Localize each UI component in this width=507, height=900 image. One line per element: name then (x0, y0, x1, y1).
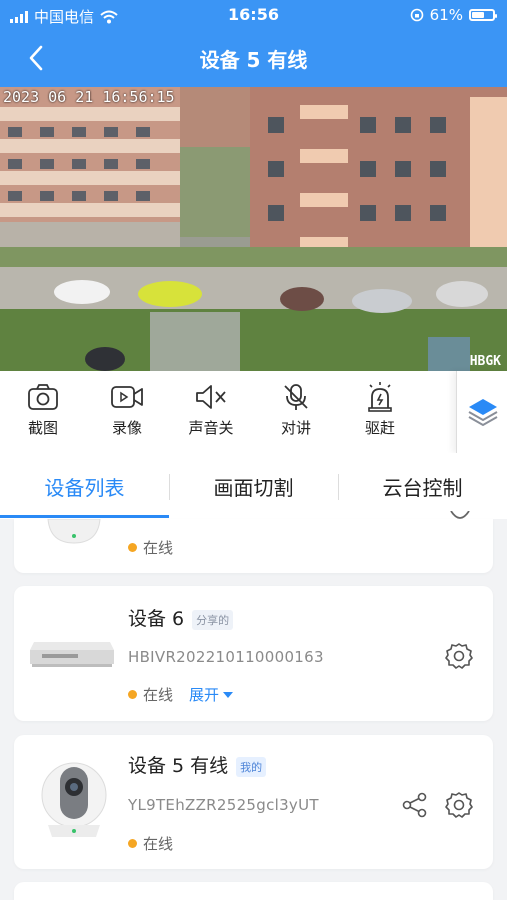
device-status-text: 在线 (143, 539, 174, 557)
device-status: 在线 (128, 833, 173, 854)
tab-divider (338, 474, 339, 500)
device-card[interactable]: 在线 (14, 511, 493, 573)
alarm-light-icon (368, 382, 392, 412)
tab-device-list[interactable]: 设备列表 (0, 453, 169, 519)
nvr-device-icon (30, 642, 114, 667)
speaker-mute-icon (196, 385, 226, 409)
snapshot-button[interactable]: 截图 (13, 381, 73, 438)
device-card[interactable] (14, 882, 493, 900)
deter-button[interactable]: 驱赶 (350, 381, 410, 438)
device-card[interactable]: 设备 5 有线 我的 YL9TEhZZR2525gcl3yUT 在线 (14, 735, 493, 869)
device-status-text: 在线 (143, 686, 174, 704)
camera-live-view[interactable]: 2023 06 21 16:56:15 HBGK (0, 87, 507, 371)
page-title: 设备 5 有线 (199, 48, 308, 72)
status-right: 61% (410, 6, 497, 24)
expand-label: 展开 (189, 686, 220, 704)
camera-device-icon (47, 519, 101, 544)
camera-scene (0, 87, 507, 371)
control-toolbar: 截图 录像 声音关 对讲 驱赶 (0, 371, 507, 454)
battery-percent: 61% (429, 6, 463, 24)
expand-button[interactable]: 展开 (189, 684, 234, 705)
device-status: 在线 展开 (128, 684, 234, 705)
orientation-lock-icon (410, 8, 423, 22)
intercom-button[interactable]: 对讲 (266, 381, 326, 438)
device-name-row: 设备 6 分享的 (128, 604, 234, 631)
owned-tag: 我的 (236, 756, 267, 777)
shared-tag: 分享的 (192, 609, 234, 630)
triangle-down-icon (223, 691, 234, 698)
record-button[interactable]: 录像 (97, 381, 157, 438)
gear-icon[interactable] (447, 511, 473, 525)
online-dot (128, 690, 137, 699)
video-watermark: HBGK (469, 354, 501, 369)
layers-icon (468, 399, 497, 427)
mic-off-icon (284, 384, 308, 410)
camera-icon (28, 384, 58, 410)
sound-label: 声音关 (188, 419, 234, 437)
share-icon[interactable] (401, 791, 429, 819)
tab-ptz-control[interactable]: 云台控制 (338, 453, 507, 519)
device-name: 设备 6 (128, 608, 185, 630)
layers-button[interactable] (456, 371, 507, 453)
online-dot (128, 839, 137, 848)
sound-toggle-button[interactable]: 声音关 (181, 381, 241, 438)
device-card[interactable]: 设备 6 分享的 HBIVR202210110000163 在线 展开 (14, 586, 493, 721)
status-bar: 中国电信 16:56 61% (0, 0, 507, 30)
video-record-icon (111, 386, 143, 408)
tab-screen-split[interactable]: 画面切割 (169, 453, 338, 519)
device-serial: HBIVR202210110000163 (128, 648, 324, 666)
device-status-text: 在线 (143, 835, 174, 853)
intercom-label: 对讲 (280, 419, 311, 437)
device-status: 在线 (128, 537, 173, 558)
device-name: 设备 5 有线 (128, 755, 229, 777)
battery-icon (469, 9, 497, 21)
snapshot-label: 截图 (27, 419, 58, 437)
active-tab-indicator (0, 515, 169, 518)
device-serial: YL9TEhZZR2525gcl3yUT (128, 796, 319, 814)
online-dot (128, 543, 137, 552)
gear-icon[interactable] (445, 791, 473, 819)
nav-bar: 设备 5 有线 (0, 30, 507, 87)
video-timestamp: 2023 06 21 16:56:15 (3, 88, 175, 106)
battery-fill (472, 12, 485, 18)
tab-divider (169, 474, 170, 500)
camera-device-icon (41, 762, 107, 837)
tab-bar: 设备列表 画面切割 云台控制 (0, 453, 507, 519)
device-name-row: 设备 5 有线 我的 (128, 751, 267, 778)
deter-label: 驱赶 (364, 419, 395, 437)
record-label: 录像 (111, 419, 142, 437)
gear-icon[interactable] (445, 642, 473, 670)
